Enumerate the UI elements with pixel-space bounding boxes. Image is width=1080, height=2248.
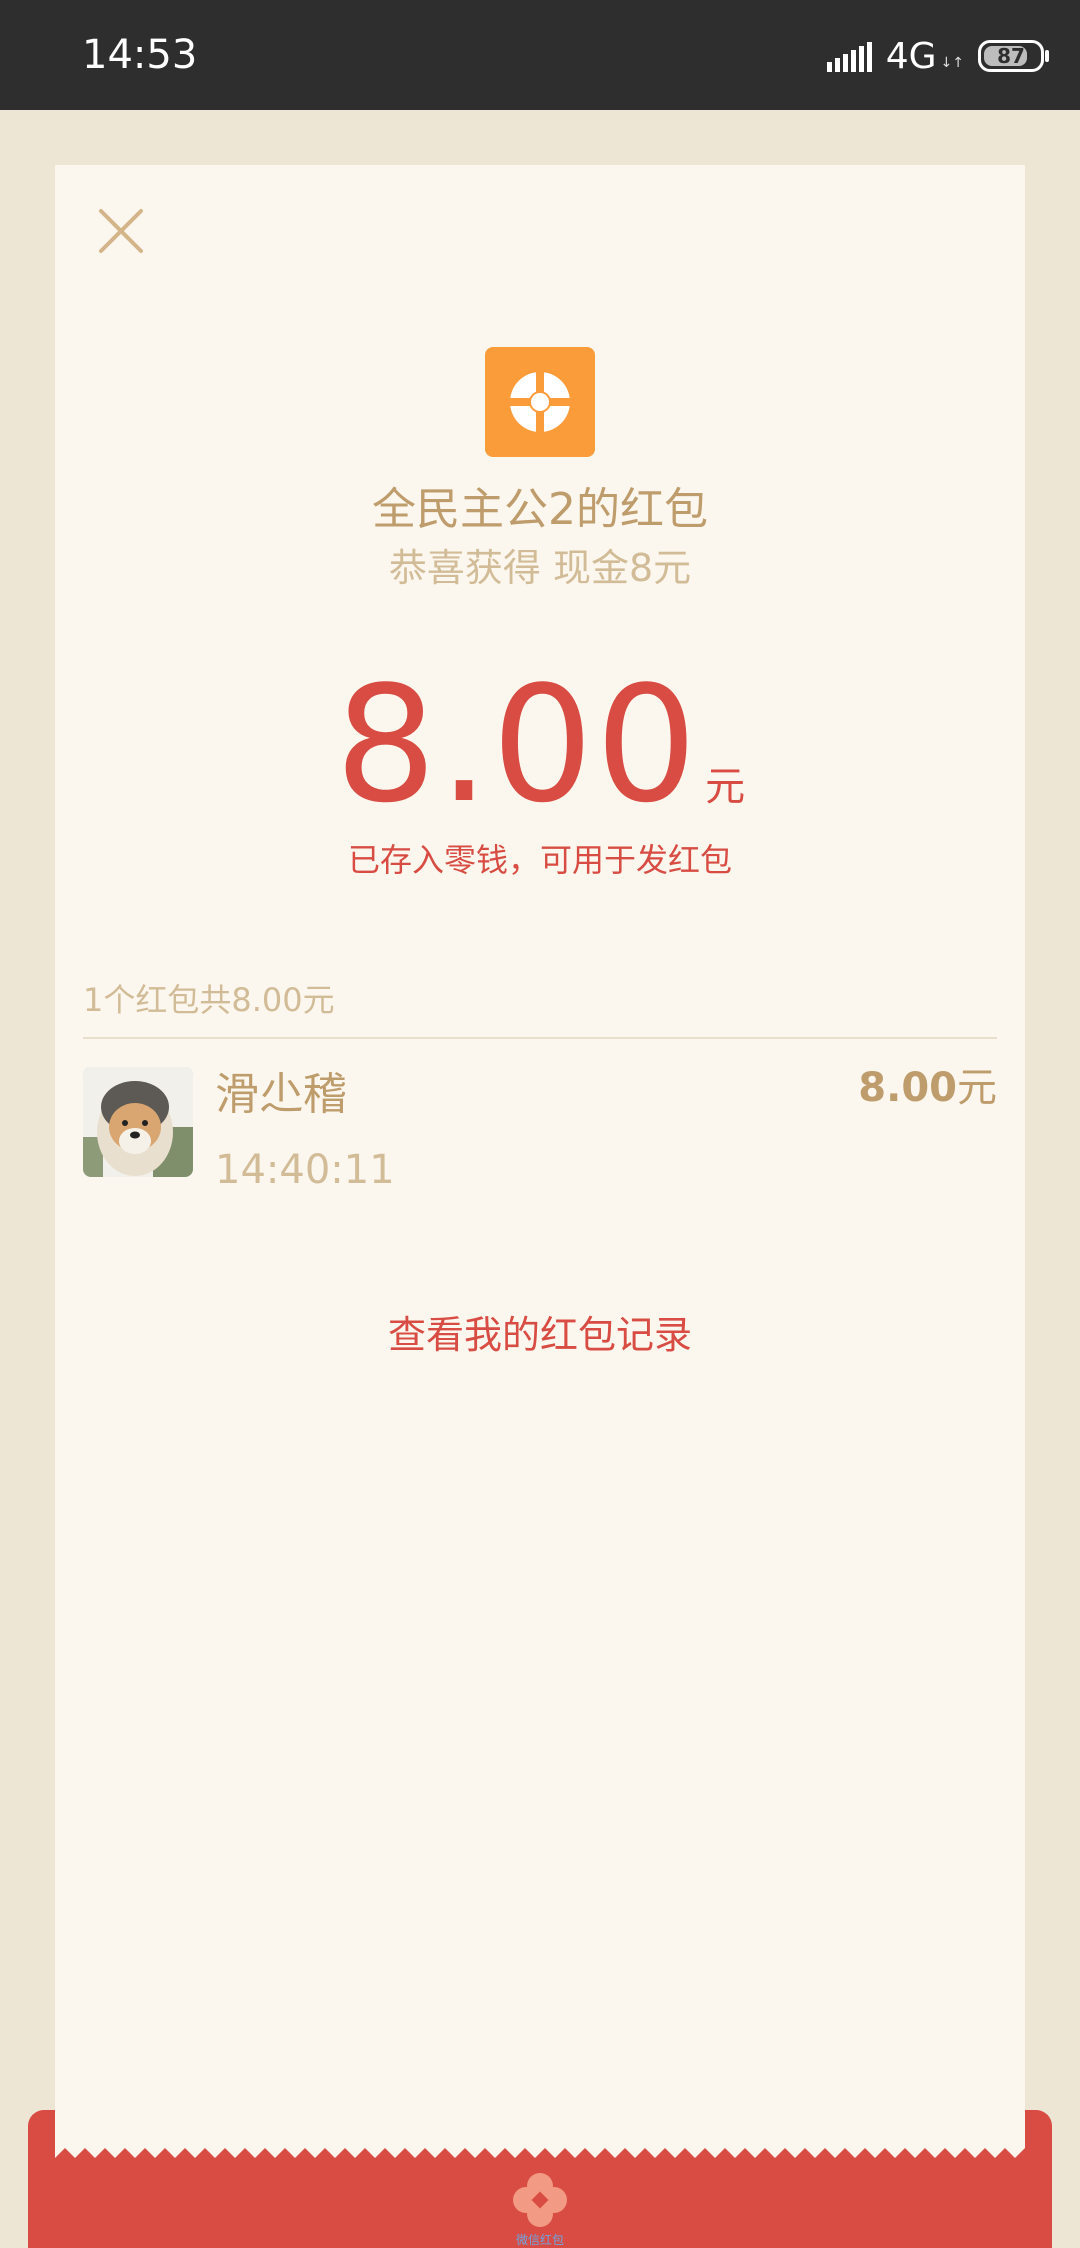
- signal-icon: [824, 40, 872, 72]
- saved-to-wallet-note[interactable]: 已存入零钱，可用于发红包: [55, 835, 1025, 885]
- receiver-amount-value: 8.00: [858, 1065, 957, 1111]
- scallop-edge: [55, 2110, 1025, 2158]
- divider: [83, 1037, 997, 1039]
- sender-title: 全民主公2的红包: [372, 484, 708, 535]
- amount-value: 8.00: [334, 651, 700, 838]
- packet-summary: 1个红包共8.00元: [83, 981, 335, 1019]
- close-icon[interactable]: [93, 203, 149, 259]
- greeting-text: 恭喜获得 现金8元: [388, 546, 692, 590]
- status-time: 14:53: [82, 32, 198, 78]
- receiver-amount: 8.00元: [858, 1058, 997, 1118]
- receive-time: 14:40:11: [215, 1147, 395, 1193]
- red-packet-detail-card: 全民主公2的红包 恭喜获得 现金8元 8.00 元 已存入零钱，可用于发红包 1个…: [55, 165, 1025, 2165]
- red-packet-logo-icon: [512, 2172, 568, 2228]
- status-indicators: 4G ↓↑ 87: [824, 35, 1049, 77]
- bottom-caption: 微信红包: [515, 2233, 564, 2247]
- received-amount: 8.00 元: [55, 655, 1025, 835]
- receiver-amount-unit: 元: [957, 1065, 997, 1111]
- status-bar: 14:53 4G ↓↑ 87: [0, 0, 1080, 110]
- view-records-link[interactable]: 查看我的红包记录: [55, 1305, 1025, 1365]
- battery-icon: 87: [978, 40, 1049, 72]
- receiver-name: 滑尐稽: [215, 1069, 347, 1120]
- avatar[interactable]: [83, 1067, 193, 1177]
- battery-level: 87: [997, 44, 1025, 68]
- data-arrows-icon: ↓↑: [940, 55, 964, 71]
- network-type: 4G: [885, 35, 937, 77]
- game-logo-icon: [485, 347, 595, 457]
- amount-unit: 元: [705, 764, 746, 810]
